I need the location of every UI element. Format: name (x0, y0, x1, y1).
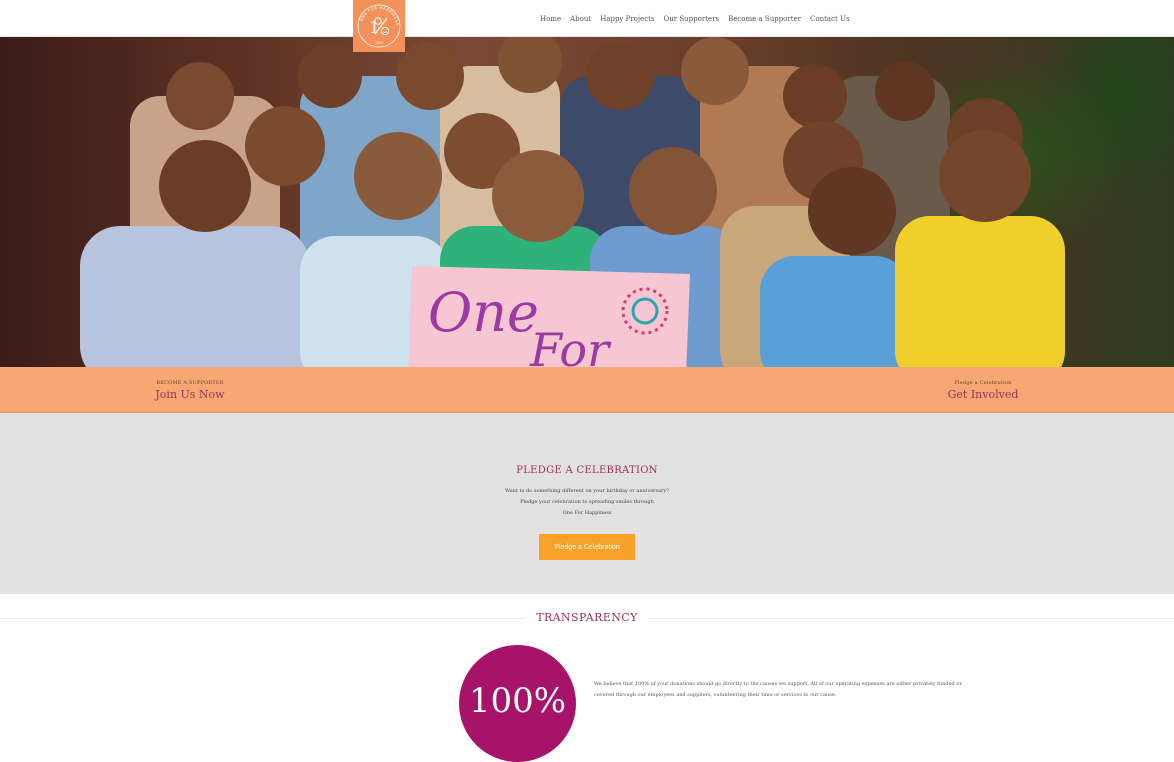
transparency-title: TRANSPARENCY (0, 611, 1174, 624)
transparency-line: We believe that 100% of your donations s… (594, 681, 962, 687)
pledge-description: Want to do something different on your b… (0, 486, 1174, 519)
one-for-banner: One For (408, 266, 690, 367)
children-group-illustration: One For (80, 36, 1065, 367)
pledge-line: One For Happiness (562, 510, 612, 516)
nav-happy-projects[interactable]: Happy Projects (600, 15, 654, 23)
become-supporter-cta: BECOME A SUPPORTER Join Us Now (150, 380, 230, 401)
nav-contact-us[interactable]: Contact Us (810, 15, 850, 23)
nav-become-a-supporter[interactable]: Become a Supporter (728, 15, 801, 23)
site-header: Home About Happy Projects Our Supporters… (0, 0, 1174, 37)
transparency-title-text: TRANSPARENCY (526, 611, 648, 624)
hero-photo: One For (0, 36, 1174, 367)
pledge-line: Pledge your celebration to spreading smi… (520, 499, 654, 505)
pledge-section: PLEDGE A CELEBRATION Want to do somethin… (0, 413, 1174, 594)
transparency-line: covered through our employees and suppli… (594, 692, 837, 698)
nav-home[interactable]: Home (540, 15, 561, 23)
pledge-celebration-button[interactable]: Pledge a Celebration (539, 534, 635, 560)
pledge-celebration-cta: Pledge a Celebration Get Involved (940, 380, 1026, 401)
logo-bottom-text: OFH (375, 41, 383, 45)
pledge-title: PLEDGE A CELEBRATION (516, 465, 658, 476)
percent-value: 100% (468, 681, 567, 721)
banner-word-for: For (529, 323, 612, 367)
become-supporter-label: BECOME A SUPPORTER (156, 380, 224, 386)
main-nav: Home About Happy Projects Our Supporters… (540, 15, 850, 23)
site-logo[interactable]: ONE FOR HAPPINESS 1 OFH (353, 0, 405, 52)
pledge-line: Want to do something different on your b… (504, 488, 669, 494)
logo-emblem-icon: ONE FOR HAPPINESS 1 OFH (357, 4, 401, 48)
nav-our-supporters[interactable]: Our Supporters (664, 15, 720, 23)
join-us-now-link[interactable]: Join Us Now (150, 388, 230, 401)
percent-badge: 100% (459, 645, 576, 762)
transparency-description: We believe that 100% of your donations s… (594, 679, 1014, 701)
banner-word-one: One (428, 281, 539, 344)
nav-about[interactable]: About (570, 15, 591, 23)
cta-band: BECOME A SUPPORTER Join Us Now Pledge a … (0, 367, 1174, 413)
pledge-celebration-label: Pledge a Celebration (954, 380, 1012, 386)
get-involved-link[interactable]: Get Involved (940, 388, 1026, 401)
